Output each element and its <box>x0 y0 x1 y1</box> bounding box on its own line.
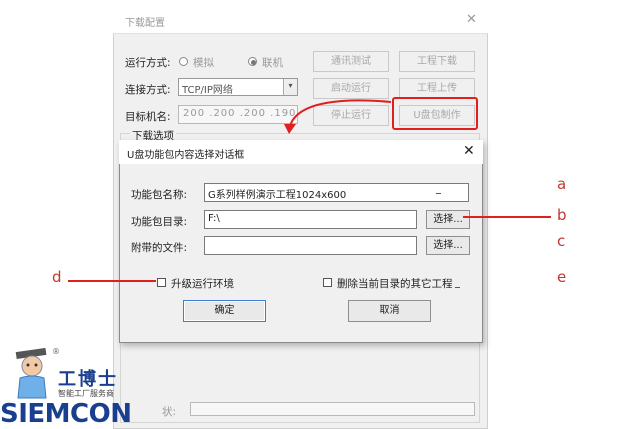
annotation-c: c <box>557 232 566 250</box>
annotation-line-b <box>463 216 551 218</box>
cancel-button[interactable]: 取消 <box>348 300 431 322</box>
attached-files-input[interactable] <box>204 236 417 255</box>
package-name-input[interactable]: G系列样例演示工程1024x600 <box>204 183 469 202</box>
project-download-button[interactable]: 工程下载 <box>399 51 475 72</box>
download-config-title: 下载配置 <box>125 18 165 29</box>
delete-others-checkbox[interactable] <box>323 278 332 287</box>
run-mode-online-radio[interactable] <box>248 57 257 66</box>
delete-others-label: 删除当前目录的其它工程 <box>337 278 453 290</box>
package-dir-browse-button[interactable]: 选择... <box>426 210 470 229</box>
ok-button[interactable]: 确定 <box>183 300 266 322</box>
annotation-b: b <box>557 206 567 224</box>
upgrade-env-label: 升级运行环境 <box>171 278 234 290</box>
usb-button-highlight <box>392 97 478 130</box>
connect-mode-label: 连接方式: <box>125 84 171 96</box>
comm-test-button[interactable]: 通讯测试 <box>313 51 389 72</box>
attached-files-label: 附带的文件: <box>131 242 188 254</box>
dialog-close-icon[interactable]: ✕ <box>463 143 475 159</box>
run-mode-simulate-label: 模拟 <box>193 57 214 69</box>
run-mode-label: 运行方式: <box>125 57 171 69</box>
annotation-e: e <box>557 268 567 286</box>
annotation-a: a <box>557 175 567 193</box>
annotation-d: d <box>52 268 62 286</box>
run-mode-online-label: 联机 <box>262 57 283 69</box>
connect-mode-select[interactable]: TCP/IP网络 <box>178 78 298 96</box>
attached-files-browse-button[interactable]: 选择... <box>426 236 470 255</box>
package-name-label: 功能包名称: <box>131 189 188 201</box>
logo-slogan: 智能工厂服务商 <box>58 389 114 398</box>
annotation-tick-e <box>455 287 460 288</box>
upgrade-env-checkbox[interactable] <box>157 278 166 287</box>
mascot-logo-icon <box>15 348 47 399</box>
status-field <box>190 402 475 416</box>
run-mode-simulate-radio[interactable] <box>179 57 188 66</box>
annotation-tick-a <box>436 193 441 194</box>
chevron-down-icon[interactable]: ▾ <box>283 79 297 95</box>
package-dir-label: 功能包目录: <box>131 216 188 228</box>
registered-mark: ® <box>52 347 60 356</box>
target-name-label: 目标机名: <box>125 111 171 123</box>
download-config-titlebar <box>113 8 488 34</box>
project-upload-button[interactable]: 工程上传 <box>399 78 475 99</box>
logo-brand: SIEMCON <box>0 399 132 429</box>
status-label: 状: <box>162 406 177 418</box>
annotation-line-d <box>68 280 156 282</box>
download-config-close-icon[interactable]: ✕ <box>466 12 477 27</box>
package-dir-input[interactable]: F:\ <box>204 210 417 229</box>
usb-package-dialog-title: U盘功能包内容选择对话框 <box>127 150 245 161</box>
connect-mode-value: TCP/IP网络 <box>182 85 233 96</box>
highlight-arrow <box>284 99 392 134</box>
